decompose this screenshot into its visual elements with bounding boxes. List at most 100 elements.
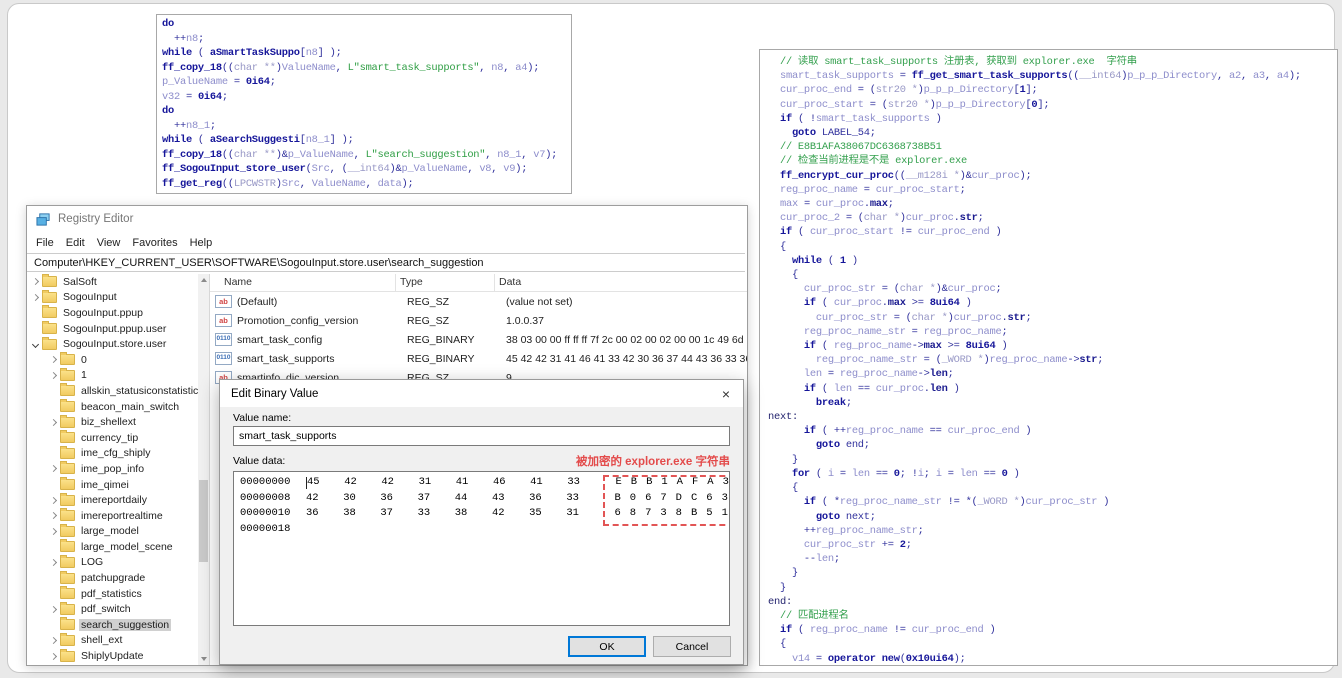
tree-item-allskin_statusiconstatistics[interactable]: allskin_statusiconstatistics [27,383,209,399]
tree-item-currency_tip[interactable]: currency_tip [27,430,209,446]
tree-item-SogouInput.ppup.user[interactable]: SogouInput.ppup.user [27,321,209,337]
window-title: Registry Editor [58,213,134,225]
code-snippet-right: // 读取 smart_task_supports 注册表, 获取到 explo… [759,49,1338,666]
tree-item-beacon_main_switch[interactable]: beacon_main_switch [27,399,209,415]
column-header-name[interactable]: Name [210,274,396,291]
tree-item-label: allskin_statusiconstatistics [81,384,204,397]
registry-value-row-smart_task_config[interactable]: 0110 smart_task_config REG_BINARY 38 03 00 … [210,330,747,349]
tree-item-LOG[interactable]: LOG [27,554,209,571]
menu-file[interactable]: File [30,235,60,251]
menu-help[interactable]: Help [184,235,219,251]
tree-item-search_suggestion[interactable]: search_suggestion [27,617,209,633]
folder-icon [60,383,75,397]
tree-scrollbar[interactable] [198,274,209,665]
chevron-right-icon[interactable] [47,373,59,378]
tree-item-SogouInput.ppup[interactable]: SogouInput.ppup [27,305,209,321]
folder-icon [42,305,57,319]
hex-ascii: 68738B51 [614,507,728,519]
hex-offset: 00000008 [240,491,291,504]
registry-value-row-smart_task_supports[interactable]: 0110 smart_task_supports REG_BINARY 45 42 4… [210,349,747,368]
folder-icon [60,477,75,491]
folder-icon [60,601,75,615]
folder-icon [60,648,75,662]
hex-rows: 00000000 45 42 42 31 41 46 41 33 E B B 1 A F A 3 00000008… [234,475,729,537]
scroll-up-icon[interactable] [198,274,209,286]
address-bar[interactable] [27,253,745,272]
scroll-down-icon[interactable] [198,653,209,665]
chevron-right-icon[interactable] [47,560,59,565]
tree-item-label: 1 [81,369,87,382]
chevron-right-icon[interactable] [47,607,59,612]
folder-icon [60,430,75,444]
chevron-right-icon[interactable] [47,654,59,659]
tree-item-SogouInput[interactable]: SogouInput [27,289,209,306]
tree-item-large_model_scene[interactable]: large_model_scene [27,539,209,555]
chevron-right-icon[interactable] [47,529,59,534]
binary-value-icon: 0110 [215,333,232,346]
chevron-right-icon[interactable] [47,466,59,471]
menu-view[interactable]: View [91,235,127,251]
edit-binary-value-dialog: Edit Binary Value × Value name: Value da… [219,379,744,665]
folder-icon [42,274,57,288]
chevron-right-icon[interactable] [47,498,59,503]
value-type: REG_BINARY [407,352,475,365]
tree-item-ShiplyUpdate[interactable]: ShiplyUpdate [27,648,209,664]
chevron-right-icon[interactable] [47,357,59,362]
chevron-right-icon[interactable] [47,638,59,643]
tree-item-pdf_switch[interactable]: pdf_switch [27,601,209,617]
menu-edit[interactable]: Edit [60,235,91,251]
hex-editor[interactable]: 00000000 45 42 42 31 41 46 41 33 E B B 1 A F A 3 00000008… [233,471,730,626]
ok-button[interactable]: OK [568,636,646,657]
tree-item-biz_shellext[interactable]: biz_shellext [27,414,209,430]
tree-item-label: search_suggestion [79,618,172,631]
hex-offset: 00000010 [240,507,291,519]
registry-value-row-Promotion_config_version[interactable]: ab Promotion_config_version REG_SZ 1.0.0.37 [210,311,747,330]
chevron-right-icon[interactable] [47,420,59,425]
tree-item-imereportrealtime[interactable]: imereportrealtime [27,508,209,524]
value-data-label: Value data: [233,455,286,467]
cancel-button[interactable]: Cancel [653,636,731,657]
chevron-right-icon[interactable] [29,279,41,284]
menu-favorites[interactable]: Favorites [126,235,183,251]
folder-icon [60,445,75,459]
tree-item-0[interactable]: 0 [27,352,209,368]
tree-item-ime_qimei[interactable]: ime_qimei [27,477,209,493]
tree-item-patchupgrade[interactable]: patchupgrade [27,570,209,586]
column-header-data[interactable]: Data [495,274,747,291]
close-icon[interactable]: × [709,380,743,407]
column-header-type[interactable]: Type [396,274,495,291]
tree-item-label: currency_tip [81,431,139,444]
chevron-right-icon[interactable] [47,513,59,518]
folder-icon [60,586,75,600]
tree-item-ime_pop_info[interactable]: ime_pop_info [27,461,209,477]
tree-item-shell_ext[interactable]: shell_ext [27,632,209,649]
value-name-input[interactable] [233,426,730,446]
chevron-down-icon[interactable] [29,342,41,347]
hex-row-00000018: 00000018 [234,522,729,538]
chevron-right-icon[interactable] [29,295,41,300]
hex-row-00000008: 00000008 42 30 36 37 44 43 36 33 B 0 6 7 D C 6 3 [234,491,729,507]
tree-item-SalSoft[interactable]: SalSoft [27,274,209,290]
red-annotation: 被加密的 explorer.exe 字符串 [575,456,730,468]
value-data: 45 42 42 31 41 46 41 33 42 30 36 37 44 4… [506,352,747,365]
dialog-title: Edit Binary Value [231,387,319,400]
hex-offset: 00000018 [240,522,291,535]
tree-item-large_model[interactable]: large_model [27,523,209,540]
tree-item-label: pdf_switch [81,603,131,616]
scrollbar-thumb[interactable] [199,480,208,562]
tree-item-SogouInput.store.user[interactable]: SogouInput.store.user [27,336,209,352]
list-header: Name Type Data [210,274,747,292]
tree-item-pdf_statistics[interactable]: pdf_statistics [27,586,209,602]
folder-icon [60,352,75,366]
tree-item-label: LOG [81,556,104,569]
tree-item-1[interactable]: 1 [27,367,209,384]
screenshot-card: do ++n8; while ( aSmartTaskSuppo[n8] ); ff… [7,3,1338,673]
tree-item-label: imereportdaily [81,494,147,507]
tree-item-ime_cfg_shiply[interactable]: ime_cfg_shiply [27,445,209,462]
registry-value-row-(Default)[interactable]: ab (Default) REG_SZ (value not set) [210,292,747,311]
value-data: (value not set) [506,295,573,308]
folder-icon [60,570,75,584]
tree-item-imereportdaily[interactable]: imereportdaily [27,492,209,508]
dialog-title-bar: Edit Binary Value [220,380,743,407]
tree-item-label: shell_ext [81,634,123,647]
